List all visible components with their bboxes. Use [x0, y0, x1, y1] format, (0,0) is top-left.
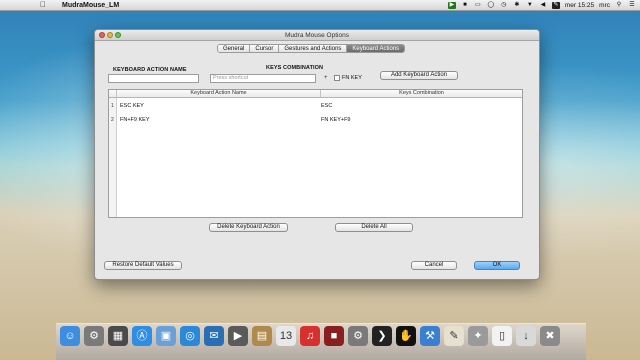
column-header-action-name[interactable]: Keyboard Action Name: [117, 90, 321, 97]
column-header-keys-combination[interactable]: Keys Combination: [321, 90, 522, 97]
input-source-icon[interactable]: ✎: [551, 2, 560, 9]
trash-icon[interactable]: ✖: [540, 326, 560, 346]
clock[interactable]: mer 15:25: [565, 2, 594, 9]
shortcut-input[interactable]: Press shortcut: [210, 74, 316, 83]
itunes-icon[interactable]: ♫: [300, 326, 320, 346]
apple-icon[interactable]: : [38, 0, 48, 10]
keys-combination-label: KEYS COMBINATION: [266, 65, 324, 71]
cancel-button[interactable]: Cancel: [411, 261, 457, 270]
photo-booth-icon[interactable]: ■: [324, 326, 344, 346]
table-row[interactable]: 1 ESC KEY ESC: [109, 101, 522, 111]
window-controls: [99, 32, 121, 38]
safari-icon[interactable]: ◎: [180, 326, 200, 346]
window-title: Mudra Mouse Options: [285, 32, 349, 39]
menu-bar:  MudraMouse_LM ▶ ■ ▭ ◯ ◷ ✱ ▼ ◀ ✎ mer 15…: [0, 0, 640, 11]
xcode-icon[interactable]: ⚒: [420, 326, 440, 346]
user-name[interactable]: mrc: [599, 2, 610, 9]
time-machine-icon[interactable]: ◷: [500, 2, 508, 9]
zoom-button[interactable]: [115, 32, 121, 38]
plus-sign: +: [324, 75, 328, 81]
wifi-icon[interactable]: ▼: [526, 2, 534, 9]
mail-icon[interactable]: ✉: [204, 326, 224, 346]
dock-icons: ☺ ⚙ ▦ Ⓐ ▣ ◎ ✉ ▶ ▤ 13 ♫ ■ ⚙ ❯ ✋ ⚒ ✎ ✦ ▯ ↓ ✖: [60, 326, 560, 346]
contacts-icon[interactable]: ▤: [252, 326, 272, 346]
launchpad-icon[interactable]: ⚙: [84, 326, 104, 346]
volume-icon[interactable]: ◀: [539, 2, 547, 9]
keys-cell: ESC: [321, 103, 333, 109]
tab-keyboard-actions[interactable]: Keyboard Actions: [347, 45, 405, 52]
spotlight-icon[interactable]: ⚲: [615, 2, 623, 9]
mudra-icon[interactable]: ✋: [396, 326, 416, 346]
document-icon[interactable]: ▯: [492, 326, 512, 346]
row-number: 2: [111, 117, 114, 123]
downloads-icon[interactable]: ↓: [516, 326, 536, 346]
keyboard-actions-table: Keyboard Action Name Keys Combination 1 …: [108, 89, 523, 218]
keys-cell: FN KEY+F9: [321, 117, 351, 123]
delete-keyboard-action-button[interactable]: Delete Keyboard Action: [209, 223, 288, 232]
restore-default-values-button[interactable]: Restore Default Values: [104, 261, 182, 270]
calendar-icon[interactable]: 13: [276, 326, 296, 346]
table-row[interactable]: 2 FN+F9 KEY FN KEY+F9: [109, 115, 522, 125]
action-name-cell: FN+F9 KEY: [120, 117, 150, 123]
action-name-input[interactable]: [108, 74, 199, 83]
mission-control-icon[interactable]: ▦: [108, 326, 128, 346]
script-icon[interactable]: ✦: [468, 326, 488, 346]
finder-icon[interactable]: ☺: [60, 326, 80, 346]
tab-bar: General Cursor Gestures and Actions Keyb…: [217, 44, 406, 53]
textedit-icon[interactable]: ✎: [444, 326, 464, 346]
terminal-icon[interactable]: ❯: [372, 326, 392, 346]
table-header: Keyboard Action Name Keys Combination: [109, 90, 522, 98]
bluetooth-icon[interactable]: ✱: [513, 2, 521, 9]
keyboard-action-name-label: KEYBOARD ACTION NAME: [113, 67, 187, 73]
mudra-status-icon[interactable]: ▶: [447, 2, 456, 9]
app-name[interactable]: MudraMouse_LM: [62, 2, 119, 9]
system-preferences-icon[interactable]: ⚙: [348, 326, 368, 346]
add-keyboard-action-button[interactable]: Add Keyboard Action: [380, 71, 458, 80]
menu-bar-status: ▶ ■ ▭ ◯ ◷ ✱ ▼ ◀ ✎ mer 15:25 mrc ⚲ ☰: [447, 0, 636, 11]
preview-icon[interactable]: ▣: [156, 326, 176, 346]
minimize-button[interactable]: [107, 32, 113, 38]
display-icon[interactable]: ■: [461, 2, 469, 9]
notification-center-icon[interactable]: ☰: [628, 2, 636, 9]
app-store-icon[interactable]: Ⓐ: [132, 326, 152, 346]
battery-icon[interactable]: ▭: [474, 2, 482, 9]
facetime-icon[interactable]: ▶: [228, 326, 248, 346]
close-button[interactable]: [99, 32, 105, 38]
sync-icon[interactable]: ◯: [487, 2, 495, 9]
action-name-cell: ESC KEY: [120, 103, 144, 109]
title-bar[interactable]: Mudra Mouse Options: [95, 30, 539, 41]
row-number-header: [109, 90, 117, 97]
row-number: 1: [111, 103, 114, 109]
delete-all-button[interactable]: Delete All: [335, 223, 413, 232]
ok-button[interactable]: OK: [474, 261, 520, 270]
options-window: Mudra Mouse Options General Cursor Gestu…: [94, 29, 540, 280]
tab-general[interactable]: General: [218, 45, 251, 52]
fn-key-checkbox[interactable]: [334, 75, 340, 81]
tab-gestures-and-actions[interactable]: Gestures and Actions: [279, 45, 348, 52]
fn-key-label: FN KEY: [342, 75, 362, 81]
tab-cursor[interactable]: Cursor: [250, 45, 280, 52]
